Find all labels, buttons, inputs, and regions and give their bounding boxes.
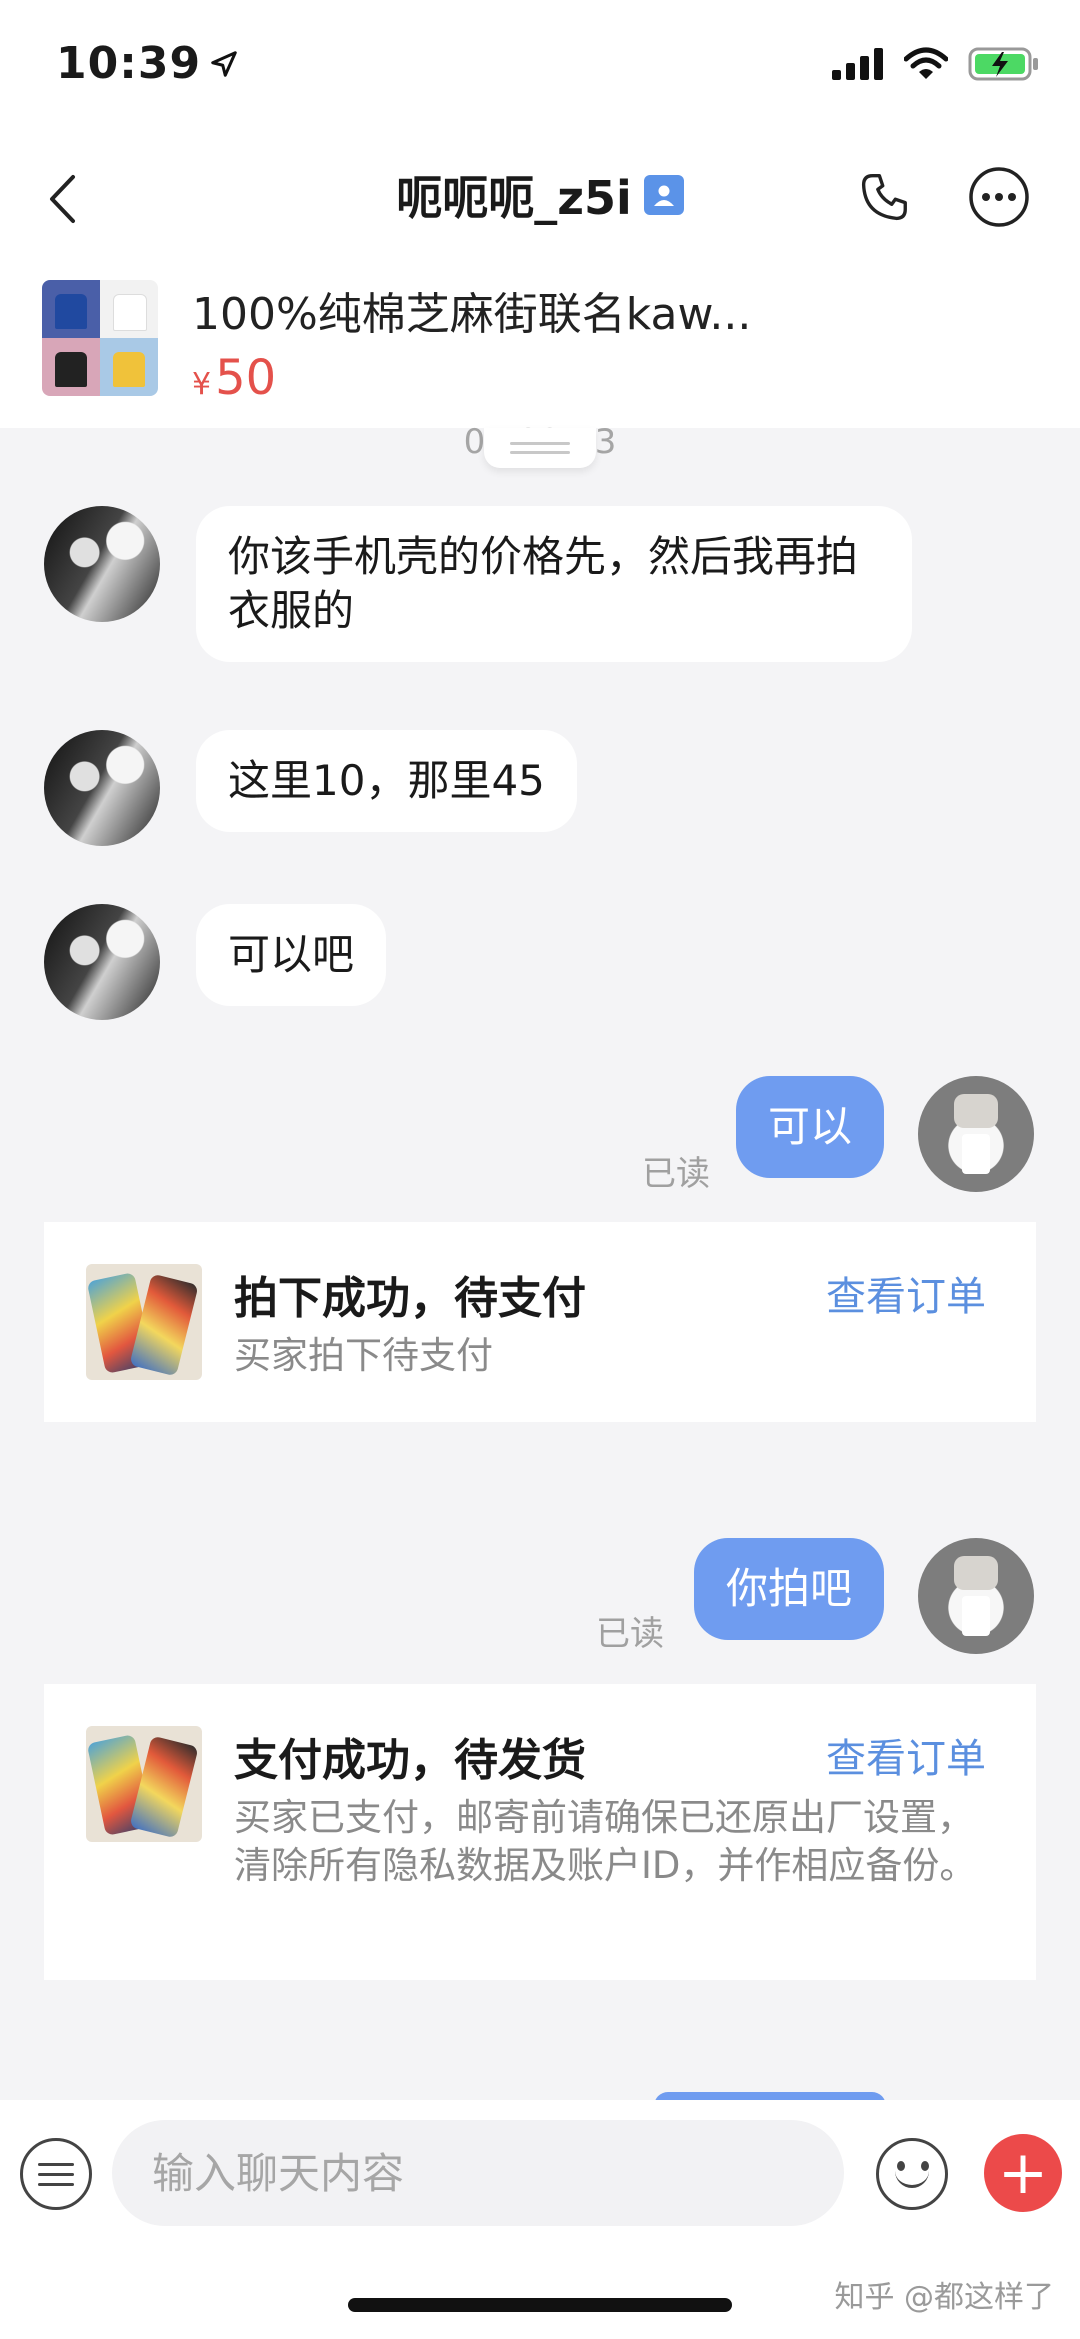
input-bar: + 知乎 @都这样了 bbox=[0, 2100, 1080, 2339]
plus-icon[interactable]: + bbox=[984, 2134, 1062, 2212]
avatar[interactable] bbox=[44, 506, 160, 622]
order-card[interactable]: 支付成功，待发货 查看订单 买家已支付，邮寄前请确保已还原出厂设置，清除所有隐私… bbox=[44, 1684, 1036, 1980]
message-bubble[interactable]: 可以 bbox=[735, 1076, 884, 1178]
message-bubble[interactable]: 你拍吧 bbox=[693, 1538, 884, 1640]
contact-card-icon[interactable] bbox=[643, 175, 684, 215]
phone-icon bbox=[861, 173, 907, 221]
order-desc: 买家已支付，邮寄前请确保已还原出厂设置，清除所有隐私数据及账户ID，并作相应备份… bbox=[234, 1796, 977, 1887]
order-image bbox=[86, 1726, 202, 1842]
signal-icon bbox=[832, 48, 883, 80]
home-indicator[interactable] bbox=[348, 2298, 732, 2312]
more-button[interactable] bbox=[964, 162, 1034, 232]
wifi-icon bbox=[904, 47, 948, 79]
price-currency: ¥ bbox=[192, 367, 212, 402]
more-icon bbox=[969, 167, 1029, 227]
watermark: 知乎 @都这样了 bbox=[834, 2280, 1054, 2315]
order-card[interactable]: 拍下成功，待支付 查看订单 买家拍下待支付 bbox=[44, 1222, 1036, 1422]
chat-screen: 10:39 呃呃呃_z5i 100%纯棉芝麻街联名kaw... ¥ 50 你该手… bbox=[0, 0, 1080, 2339]
emoji-icon[interactable] bbox=[876, 2138, 948, 2210]
call-button[interactable] bbox=[850, 162, 920, 232]
chat-header: 呃呃呃_z5i bbox=[0, 140, 1080, 258]
order-title: 支付成功，待发货 bbox=[234, 1735, 586, 1786]
read-receipt: 已读 bbox=[642, 1154, 710, 1194]
product-price: ¥ 50 bbox=[192, 350, 276, 406]
chat-input[interactable] bbox=[112, 2120, 844, 2226]
menu-button[interactable] bbox=[20, 2138, 92, 2210]
chat-title: 呃呃呃_z5i bbox=[396, 171, 632, 225]
avatar[interactable] bbox=[44, 904, 160, 1020]
product-card[interactable]: 100%纯棉芝麻街联名kaw... ¥ 50 bbox=[0, 258, 1080, 428]
status-bar: 10:39 bbox=[0, 0, 1080, 140]
order-title: 拍下成功，待支付 bbox=[234, 1273, 586, 1324]
product-image bbox=[42, 280, 158, 396]
product-title: 100%纯棉芝麻街联名kaw... bbox=[192, 289, 752, 340]
view-order-link[interactable]: 查看订单 bbox=[826, 1264, 986, 1322]
avatar[interactable] bbox=[918, 1076, 1034, 1192]
view-order-link[interactable]: 查看订单 bbox=[826, 1726, 986, 1784]
message-bubble[interactable]: 这里10，那里45 bbox=[196, 730, 577, 832]
avatar[interactable] bbox=[44, 730, 160, 846]
pull-handle[interactable] bbox=[484, 428, 596, 468]
battery-charging-icon bbox=[968, 47, 1038, 81]
status-time: 10:39 bbox=[56, 38, 202, 89]
order-image bbox=[86, 1264, 202, 1380]
order-desc: 买家拍下待支付 bbox=[234, 1334, 493, 1377]
read-receipt: 已读 bbox=[596, 1614, 664, 1654]
message-bubble[interactable]: 可以吧 bbox=[196, 904, 387, 1006]
avatar[interactable] bbox=[918, 1538, 1034, 1654]
price-value: 50 bbox=[215, 350, 277, 406]
location-arrow-icon bbox=[211, 50, 237, 77]
message-bubble[interactable]: 你该手机壳的价格先，然后我再拍衣服的 bbox=[196, 506, 912, 662]
